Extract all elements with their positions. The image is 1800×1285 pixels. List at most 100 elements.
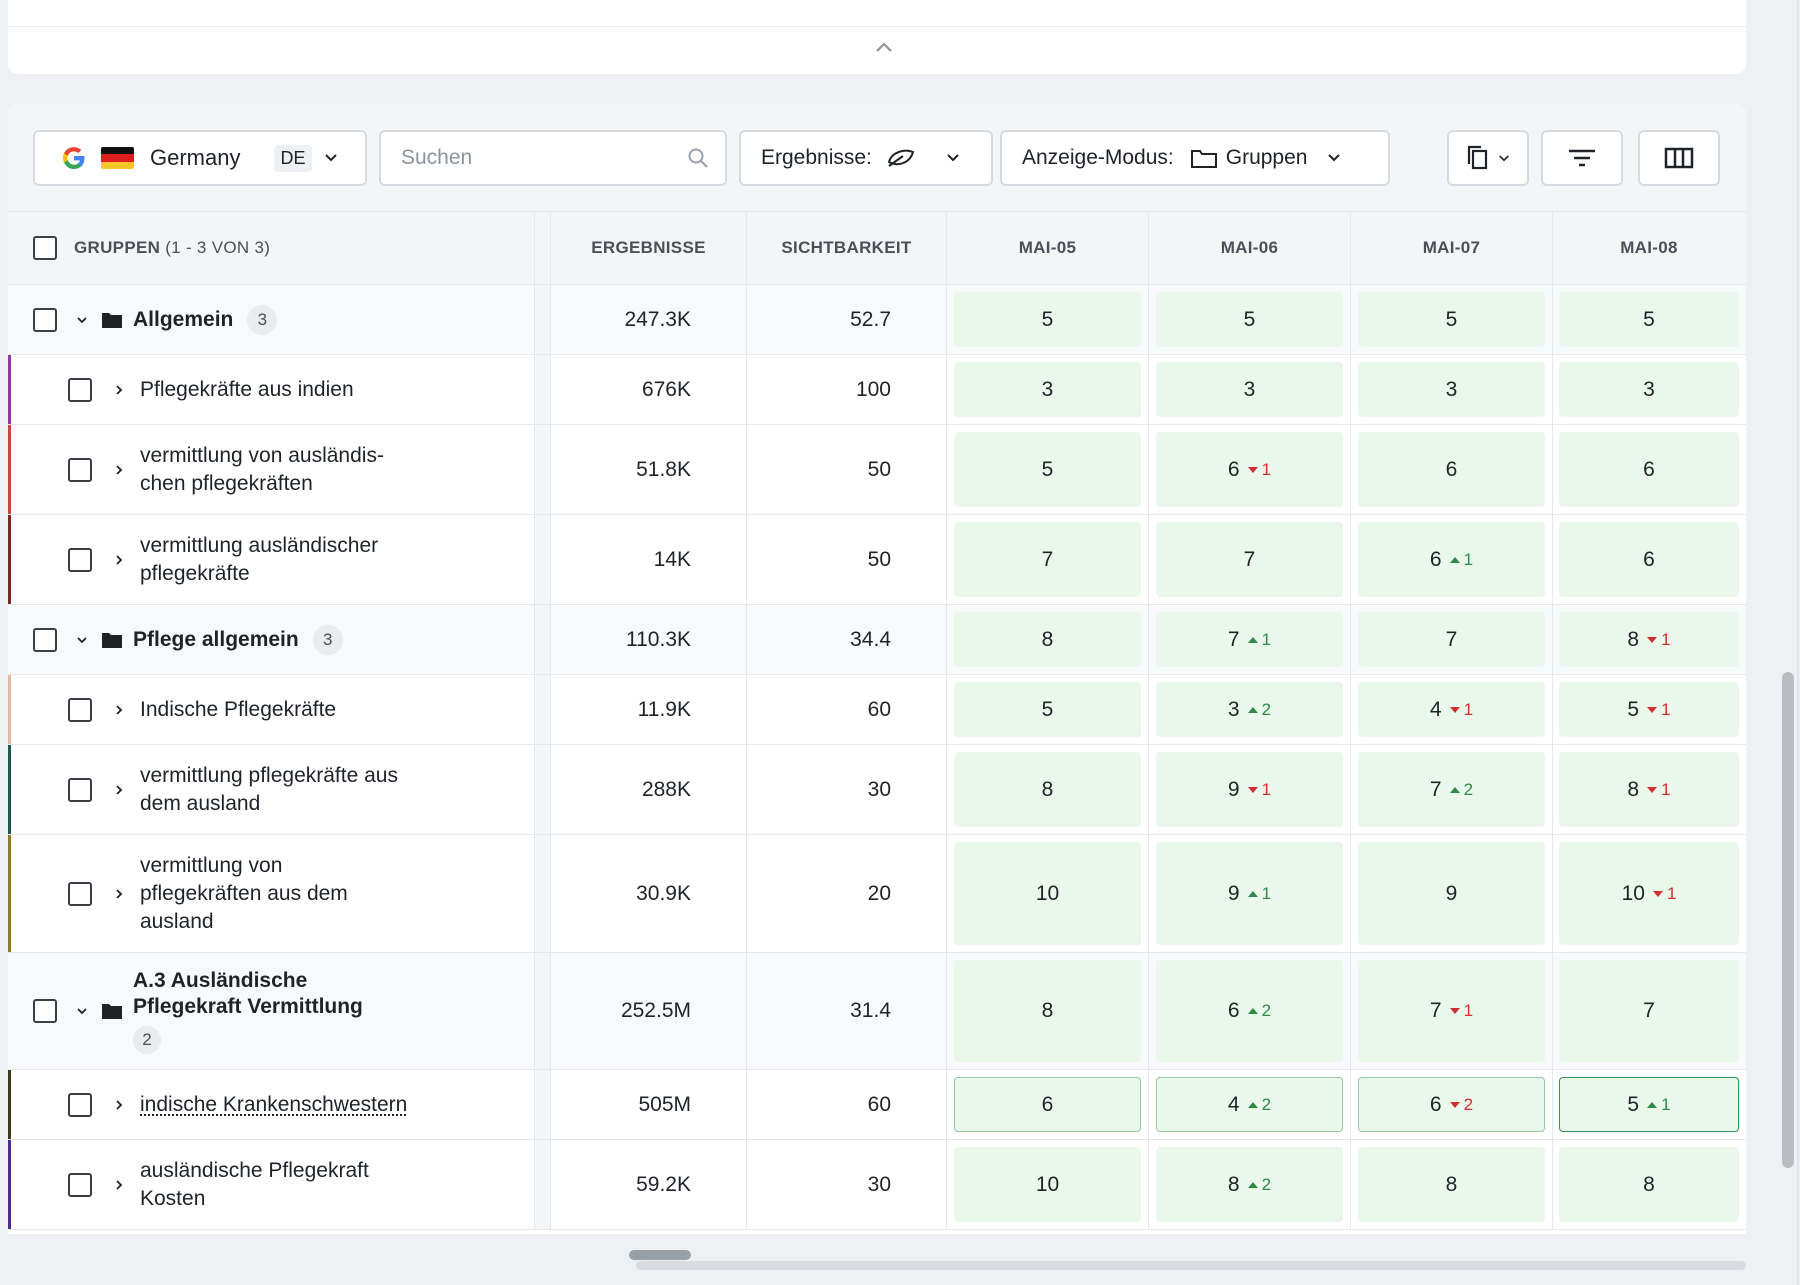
position-cell[interactable]: 8 <box>954 960 1141 1062</box>
search-input[interactable] <box>401 146 671 170</box>
chevron-down-icon[interactable] <box>75 313 89 327</box>
chevron-right-icon[interactable] <box>112 783 126 797</box>
position-cell[interactable]: 7 <box>1156 522 1343 597</box>
keyword-name[interactable]: Pflegekräfte aus indien <box>140 376 430 404</box>
group-title[interactable]: A.3 Ausländische Pflegekraft Vermittlung… <box>133 968 363 1054</box>
position-cell[interactable]: 5 <box>954 682 1141 737</box>
position-cell[interactable]: 6 <box>1559 432 1739 507</box>
position-cell[interactable]: 8 <box>954 752 1141 827</box>
horizontal-scrollbar-thumb[interactable] <box>629 1250 691 1260</box>
position-cell[interactable]: 72 <box>1358 752 1545 827</box>
position-cell[interactable]: 91 <box>1156 842 1343 945</box>
chevron-down-icon[interactable] <box>75 633 89 647</box>
position-cell[interactable]: 81 <box>1559 612 1739 667</box>
copy-button[interactable] <box>1447 130 1529 186</box>
keyword-name[interactable]: Indische Pflegekräfte <box>140 696 430 724</box>
row-checkbox[interactable] <box>68 457 92 482</box>
position-cell[interactable]: 42 <box>1156 1077 1343 1132</box>
chevron-right-icon[interactable] <box>112 553 126 567</box>
chevron-right-icon[interactable] <box>112 1098 126 1112</box>
header-date[interactable]: MAI-07 <box>1351 212 1553 284</box>
position-cell[interactable]: 10 <box>954 842 1141 945</box>
position-cell[interactable]: 81 <box>1559 752 1739 827</box>
position-cell[interactable]: 6 <box>1559 522 1739 597</box>
header-visibility[interactable]: SICHTBARKEIT <box>747 212 947 284</box>
position-cell[interactable]: 71 <box>1358 960 1545 1062</box>
display-mode-selector[interactable]: Anzeige-Modus: Gruppen <box>1000 130 1390 186</box>
position-cell[interactable]: 10 <box>954 1147 1141 1222</box>
table-row[interactable]: ausländische Pflegekraft Kosten 59.2K 30 10… <box>8 1140 1746 1230</box>
position-cell[interactable]: 32 <box>1156 682 1343 737</box>
chevron-right-icon[interactable] <box>112 887 126 901</box>
row-checkbox[interactable] <box>68 377 92 402</box>
keyword-name[interactable]: vermittlung von ausländis- chen pflegekr… <box>140 442 430 498</box>
chevron-right-icon[interactable] <box>112 383 126 397</box>
position-cell[interactable]: 8 <box>1559 1147 1739 1222</box>
position-cell[interactable]: 8 <box>1358 1147 1545 1222</box>
position-cell[interactable]: 62 <box>1156 960 1343 1062</box>
row-checkbox[interactable] <box>68 697 92 722</box>
position-cell[interactable]: 3 <box>1156 362 1343 417</box>
position-cell[interactable]: 3 <box>1358 362 1545 417</box>
row-checkbox[interactable] <box>68 1092 92 1117</box>
header-date[interactable]: MAI-06 <box>1149 212 1351 284</box>
table-row[interactable]: vermittlung von pflegekräften aus dem au… <box>8 835 1746 953</box>
table-row[interactable]: vermittlung von ausländis- chen pflegekr… <box>8 425 1746 515</box>
position-cell[interactable]: 7 <box>1358 612 1545 667</box>
position-cell[interactable]: 5 <box>1559 292 1739 347</box>
chevron-up-icon[interactable] <box>875 41 893 53</box>
group-row[interactable]: Allgemein 3 247.3K 52.7 5 5 5 5 <box>8 285 1746 355</box>
chevron-right-icon[interactable] <box>112 703 126 717</box>
row-checkbox[interactable] <box>33 307 57 332</box>
row-checkbox[interactable] <box>68 547 92 572</box>
select-all-checkbox[interactable] <box>33 236 57 260</box>
keyword-name[interactable]: indische Krankenschwestern <box>140 1091 430 1119</box>
position-cell[interactable]: 6 <box>1358 432 1545 507</box>
keyword-name[interactable]: ausländische Pflegekraft Kosten <box>140 1157 430 1213</box>
position-cell[interactable]: 71 <box>1156 612 1343 667</box>
row-checkbox[interactable] <box>68 1172 92 1197</box>
filter-button[interactable] <box>1541 130 1623 186</box>
horizontal-scrollbar-track[interactable] <box>636 1261 1746 1270</box>
vertical-scrollbar-thumb[interactable] <box>1782 672 1794 1168</box>
position-cell[interactable]: 5 <box>954 432 1141 507</box>
header-date[interactable]: MAI-05 <box>947 212 1149 284</box>
table-row[interactable]: vermittlung ausländischer pflegekräfte 14… <box>8 515 1746 605</box>
header-date[interactable]: MAI-08 <box>1552 212 1746 284</box>
position-cell[interactable]: 41 <box>1358 682 1545 737</box>
keyword-name[interactable]: vermittlung ausländischer pflegekräfte <box>140 532 430 588</box>
chevron-right-icon[interactable] <box>112 1178 126 1192</box>
position-cell[interactable]: 8 <box>954 612 1141 667</box>
region-selector[interactable]: Germany DE <box>33 130 367 186</box>
position-cell[interactable]: 51 <box>1559 1077 1739 1132</box>
position-cell[interactable]: 9 <box>1358 842 1545 945</box>
position-cell[interactable]: 61 <box>1358 522 1545 597</box>
position-cell[interactable]: 82 <box>1156 1147 1343 1222</box>
position-cell[interactable]: 3 <box>954 362 1141 417</box>
position-cell[interactable]: 91 <box>1156 752 1343 827</box>
table-row[interactable]: Pflegekräfte aus indien 676K 100 3 3 3 3 <box>8 355 1746 425</box>
group-row[interactable]: Pflege allgemein 3 110.3K 34.4 8 7 1 7 8 1 <box>8 605 1746 675</box>
row-checkbox[interactable] <box>68 777 92 802</box>
position-cell[interactable]: 7 <box>954 522 1141 597</box>
position-cell[interactable]: 5 <box>954 292 1141 347</box>
position-cell[interactable]: 5 <box>1358 292 1545 347</box>
position-cell[interactable]: 6 <box>954 1077 1141 1132</box>
group-title[interactable]: Pflege allgemein 3 <box>133 624 343 655</box>
position-cell[interactable]: 10 1 <box>1559 842 1739 945</box>
position-cell[interactable]: 5 <box>1156 292 1343 347</box>
position-cell[interactable]: 7 <box>1559 960 1739 1062</box>
row-checkbox[interactable] <box>33 627 57 652</box>
table-row[interactable]: vermittlung pflegekräfte aus dem ausland… <box>8 745 1746 835</box>
group-title[interactable]: Allgemein 3 <box>133 304 278 335</box>
position-cell[interactable]: 3 <box>1559 362 1739 417</box>
search-box[interactable] <box>379 130 727 186</box>
table-row[interactable]: Indische Pflegekräfte 11.9K 60 5 3 2 4 1 5 1 <box>8 675 1746 745</box>
group-row[interactable]: A.3 Ausländische Pflegekraft Vermittlung… <box>8 953 1746 1070</box>
header-results[interactable]: ERGEBNISSE <box>551 212 747 284</box>
row-checkbox[interactable] <box>68 881 92 906</box>
columns-button[interactable] <box>1638 130 1720 186</box>
keyword-name[interactable]: vermittlung von pflegekräften aus dem au… <box>140 852 430 936</box>
row-checkbox[interactable] <box>33 999 57 1023</box>
results-filter[interactable]: Ergebnisse: <box>739 130 993 186</box>
